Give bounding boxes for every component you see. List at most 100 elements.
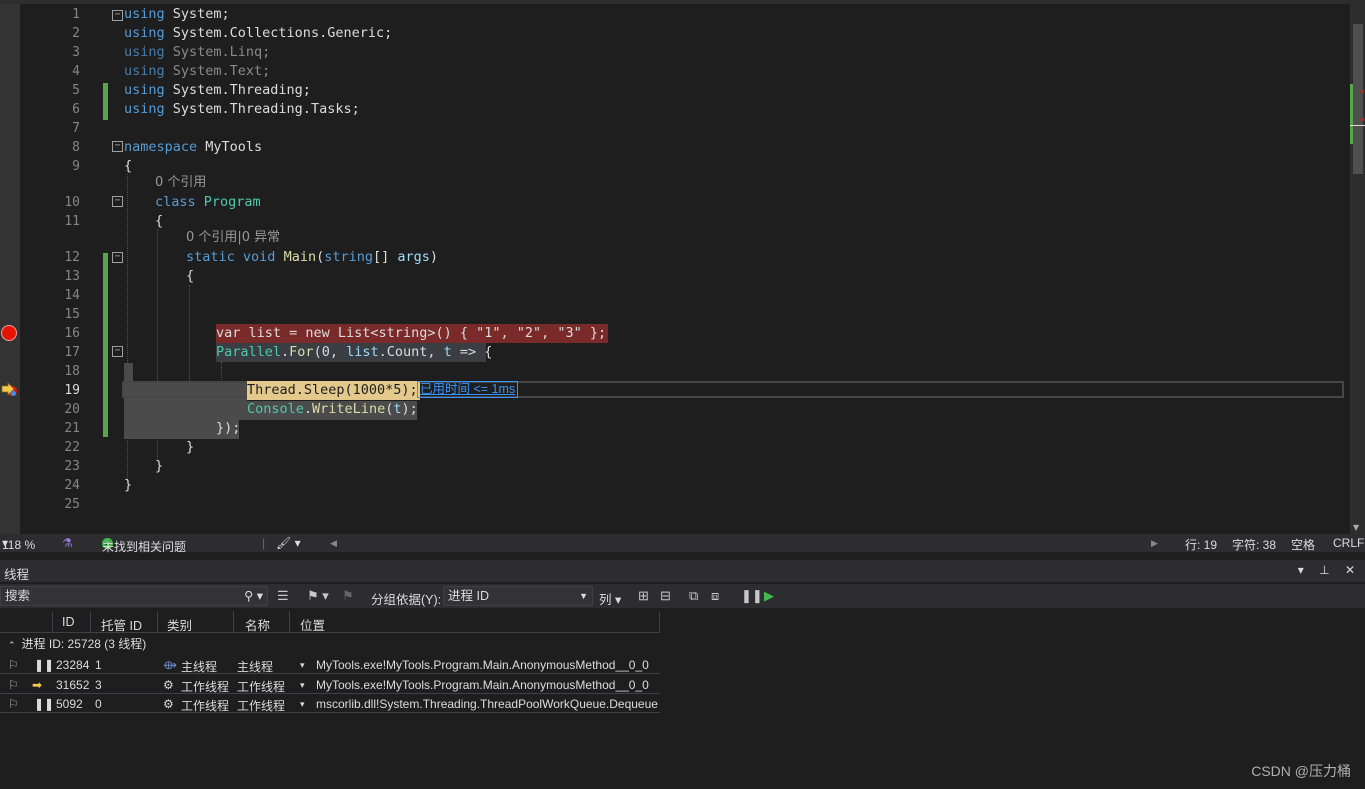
copilot-icon[interactable]: ⚗ xyxy=(62,536,73,550)
freeze-threads-icon[interactable]: ❚❚ xyxy=(741,588,763,604)
code-line-6[interactable]: using System.Threading.Tasks; xyxy=(124,100,360,119)
thread-name: 工作线程 xyxy=(237,680,286,694)
scroll-left-icon[interactable]: ◀ xyxy=(330,538,337,549)
line-number: 6 xyxy=(72,102,80,117)
collapse-groups-icon[interactable]: ⊟ xyxy=(660,588,671,604)
code-line-11[interactable]: { xyxy=(155,212,163,231)
fold-toggle[interactable]: − xyxy=(112,10,123,21)
breakpoint-icon[interactable] xyxy=(1,325,17,341)
code-line-13[interactable]: { xyxy=(186,267,194,286)
code-line-17[interactable]: Parallel.For(0, list.Count, t => { xyxy=(216,343,492,362)
thread-category: 主线程 xyxy=(181,660,218,674)
scroll-down-icon[interactable]: ▼ xyxy=(1353,523,1359,532)
expand-all-icon[interactable]: ⧉ xyxy=(689,588,698,604)
line-number: 8 xyxy=(72,140,80,155)
header-id[interactable]: ID xyxy=(62,615,75,629)
codelens-references[interactable]: 0 个引用|0 异常 xyxy=(186,229,280,247)
code-line-4[interactable]: using System.Text; xyxy=(124,62,270,81)
execution-pointer-icon[interactable] xyxy=(1,381,18,398)
header-category[interactable]: 类别 xyxy=(167,615,192,634)
code-line-8[interactable]: namespace MyTools xyxy=(124,138,262,157)
managed-id: 0 xyxy=(95,697,102,711)
thread-id: 23284 xyxy=(56,658,90,672)
flag-icon[interactable]: ⚑ ▾ xyxy=(307,588,329,604)
codelens-references[interactable]: 0 个引用 xyxy=(155,174,206,192)
flag-icon[interactable]: ⚐ xyxy=(8,678,19,692)
line-number: 5 xyxy=(72,83,80,98)
fold-toggle[interactable]: − xyxy=(112,252,123,263)
line-number: 2 xyxy=(72,26,80,41)
columns-button[interactable]: 列 ▾ xyxy=(599,589,621,608)
column-divider[interactable] xyxy=(52,611,53,633)
scrollbar-thumb[interactable] xyxy=(1353,24,1363,174)
process-group-row[interactable]: ⌃ 进程 ID: 25728 (3 线程) xyxy=(0,634,146,654)
whitespace-indicator[interactable]: 空格 xyxy=(1291,536,1315,553)
chevron-down-icon: ▼ xyxy=(579,591,588,601)
column-divider[interactable] xyxy=(233,611,234,633)
code-line-23[interactable]: } xyxy=(155,457,163,476)
thread-name: 主线程 xyxy=(237,660,274,674)
code-line-10[interactable]: class Program xyxy=(155,193,261,212)
change-bar xyxy=(103,253,108,437)
code-line-21[interactable]: }); xyxy=(216,419,240,438)
thread-location[interactable]: MyTools.exe!MyTools.Program.Main.Anonymo… xyxy=(316,658,649,672)
chevron-down-icon[interactable]: ▾ xyxy=(300,680,305,691)
expand-callstack-icon[interactable]: ☰ xyxy=(277,588,289,604)
header-location[interactable]: 位置 xyxy=(300,615,325,634)
table-row[interactable]: ⚐ ❚❚ 23284 1 ⟴ 主线程 主线程 ▾ MyTools.exe!MyT… xyxy=(0,655,660,674)
char-indicator[interactable]: 字符: 38 xyxy=(1232,536,1276,553)
code-line-22[interactable]: } xyxy=(186,438,194,457)
flag-icon[interactable]: ⚐ xyxy=(8,697,19,711)
breakpoint-margin[interactable] xyxy=(0,4,20,534)
header-name[interactable]: 名称 xyxy=(245,615,270,634)
table-row[interactable]: ⚐ ➡ 31652 3 ⚙ 工作线程 工作线程 ▾ MyTools.exe!My… xyxy=(0,675,660,694)
zoom-level[interactable]: 118 % ▾ xyxy=(2,536,35,552)
fold-toggle[interactable]: − xyxy=(112,346,123,357)
thread-location[interactable]: MyTools.exe!MyTools.Program.Main.Anonymo… xyxy=(316,678,649,692)
thread-location[interactable]: mscorlib.dll!System.Threading.ThreadPool… xyxy=(316,697,658,711)
code-line-20[interactable]: Console.WriteLine(t); xyxy=(247,400,418,419)
line-number: 7 xyxy=(72,121,80,136)
fold-toggle[interactable]: − xyxy=(112,141,123,152)
code-line-5[interactable]: using System.Threading; xyxy=(124,81,311,100)
thaw-threads-icon[interactable]: ▶ xyxy=(764,588,774,604)
chevron-down-icon[interactable]: ▾ xyxy=(300,660,305,671)
code-line-1[interactable]: using System; xyxy=(124,5,230,24)
column-divider[interactable] xyxy=(659,611,660,633)
collapse-all-icon[interactable]: ⧈ xyxy=(711,588,719,604)
chevron-down-icon[interactable]: ▾ xyxy=(300,699,305,710)
expand-groups-icon[interactable]: ⊞ xyxy=(638,588,649,604)
code-cleanup-icon[interactable]: 🖌 ▾ xyxy=(276,536,301,550)
table-row[interactable]: ⚐ ❚❚ 5092 0 ⚙ 工作线程 工作线程 ▾ mscorlib.dll!S… xyxy=(0,694,660,713)
current-thread-arrow-icon: ➡ xyxy=(32,678,43,692)
chevron-up-icon[interactable]: ⌃ xyxy=(8,640,16,650)
perf-tip-elapsed[interactable]: 已用时间 <= 1ms xyxy=(417,381,519,398)
code-editor[interactable]: 1 2 3 4 5 6 7 8 9 10 11 12 13 14 15 16 17 18 19 20 21 22 23 24 2… xyxy=(0,4,1365,534)
column-divider[interactable] xyxy=(157,611,158,633)
panel-window-controls[interactable]: ▾ ⊥ ✕ xyxy=(1298,563,1361,577)
code-line-19-current[interactable]: Thread.Sleep(1000*5); xyxy=(247,381,420,400)
breakpoint-marker xyxy=(1361,118,1364,121)
scroll-right-icon[interactable]: ▶ xyxy=(1151,538,1158,549)
breakpoint-marker xyxy=(1361,90,1364,93)
line-ending-indicator[interactable]: CRLF xyxy=(1333,536,1364,550)
code-line-9[interactable]: { xyxy=(124,157,132,176)
code-line-24[interactable]: } xyxy=(124,476,132,495)
group-by-select[interactable]: 进程 ID ▼ xyxy=(443,586,593,606)
search-input[interactable]: 搜索 ⚲ ▾ xyxy=(0,586,268,606)
code-line-3[interactable]: using System.Linq; xyxy=(124,43,270,62)
code-line-2[interactable]: using System.Collections.Generic; xyxy=(124,24,392,43)
fold-toggle[interactable]: − xyxy=(112,196,123,207)
flag-icon[interactable]: ⚐ xyxy=(8,658,19,672)
line-number: 21 xyxy=(64,421,80,436)
line-indicator[interactable]: 行: 19 xyxy=(1185,536,1217,553)
editor-vertical-scrollbar[interactable]: ▼ xyxy=(1350,4,1365,534)
threads-table-header: ID 托管 ID 类别 名称 位置 xyxy=(0,611,660,633)
column-divider[interactable] xyxy=(90,611,91,633)
header-managed-id[interactable]: 托管 ID xyxy=(101,615,142,634)
line-number: 20 xyxy=(64,402,80,417)
column-divider[interactable] xyxy=(289,611,290,633)
code-line-12[interactable]: static void Main(string[] args) xyxy=(186,248,438,267)
code-line-16-breakpoint[interactable]: var list = new List<string>() { "1", "2"… xyxy=(216,324,609,343)
search-icon[interactable]: ⚲ ▾ xyxy=(244,587,263,605)
